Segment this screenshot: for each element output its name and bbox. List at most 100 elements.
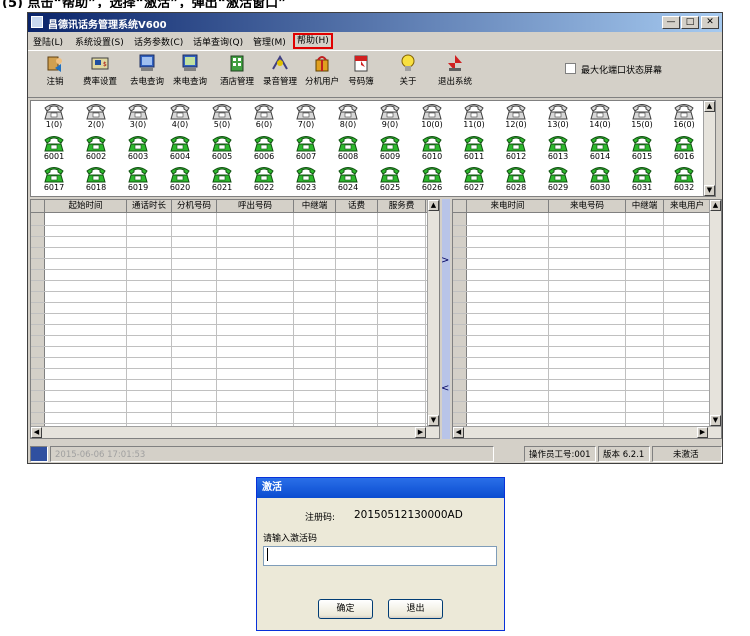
extension-phone-cell[interactable]: 6027: [453, 165, 495, 192]
scroll-right-arrow[interactable]: ▶: [697, 427, 708, 438]
outgoing-query-button[interactable]: 去电查询: [127, 53, 167, 87]
panel-splitter[interactable]: > <: [440, 199, 452, 439]
col-incoming-user[interactable]: 来电用户: [664, 200, 711, 212]
col-extension[interactable]: 分机号码: [172, 200, 217, 212]
scroll-up-arrow[interactable]: ▲: [428, 200, 439, 211]
extension-phone-cell[interactable]: 6013: [537, 134, 579, 161]
minimize-button[interactable]: —: [662, 16, 680, 29]
hotel-management-button[interactable]: 酒店管理: [217, 53, 257, 87]
incoming-query-button[interactable]: 来电查询: [170, 53, 210, 87]
splitter-bar[interactable]: [442, 199, 450, 439]
scroll-down-arrow[interactable]: ▼: [704, 185, 715, 196]
extension-phone-cell[interactable]: 6006: [243, 134, 285, 161]
menu-bill-query[interactable]: 话单查询(Q): [193, 35, 243, 48]
trunk-line-phone-cell[interactable]: 3(0): [117, 102, 159, 129]
exit-button[interactable]: 退出: [388, 599, 443, 619]
extension-phone-cell[interactable]: 6017: [33, 165, 75, 192]
extension-phone-cell[interactable]: 6024: [327, 165, 369, 192]
col-caller-number[interactable]: 来电号码: [549, 200, 626, 212]
extension-phone-cell[interactable]: 6010: [411, 134, 453, 161]
scroll-down-arrow[interactable]: ▼: [428, 415, 439, 426]
col-incoming-time[interactable]: 来电时间: [467, 200, 549, 212]
maximize-port-checkbox[interactable]: 最大化端口状态屏幕: [564, 63, 662, 76]
extension-phone-cell[interactable]: 6001: [33, 134, 75, 161]
extension-phone-cell[interactable]: 6016: [663, 134, 705, 161]
col-duration[interactable]: 通话时长: [127, 200, 172, 212]
scroll-left-arrow[interactable]: ◀: [31, 427, 42, 438]
outgoing-horizontal-scrollbar[interactable]: ◀ ▶: [31, 426, 439, 438]
rate-settings-button[interactable]: $ 费率设置: [80, 53, 120, 87]
scroll-down-arrow[interactable]: ▼: [710, 415, 721, 426]
incoming-horizontal-scrollbar[interactable]: ◀ ▶: [453, 426, 721, 438]
extension-phone-cell[interactable]: 6002: [75, 134, 117, 161]
col-service-fee[interactable]: 服务费: [378, 200, 426, 212]
extension-phone-cell[interactable]: 6009: [369, 134, 411, 161]
extension-phone-cell[interactable]: 6031: [621, 165, 663, 192]
trunk-line-phone-cell[interactable]: 4(0): [159, 102, 201, 129]
extension-phone-cell[interactable]: 6014: [579, 134, 621, 161]
scroll-right-arrow[interactable]: ▶: [415, 427, 426, 438]
extension-phone-cell[interactable]: 6026: [411, 165, 453, 192]
trunk-line-phone-cell[interactable]: 11(0): [453, 102, 495, 129]
exit-system-button[interactable]: 退出系统: [435, 53, 475, 87]
trunk-line-phone-cell[interactable]: 12(0): [495, 102, 537, 129]
trunk-line-phone-cell[interactable]: 15(0): [621, 102, 663, 129]
row-selector-column[interactable]: [31, 213, 45, 428]
menu-help[interactable]: 帮助(H): [293, 33, 333, 49]
extension-phone-cell[interactable]: 6022: [243, 165, 285, 192]
scroll-left-arrow[interactable]: ◀: [453, 427, 464, 438]
about-button[interactable]: 关于: [393, 53, 423, 87]
menu-login[interactable]: 登陆(L): [33, 35, 63, 48]
col-incoming-trunk[interactable]: 中继端: [626, 200, 664, 212]
col-fee[interactable]: 话费: [336, 200, 378, 212]
extension-phone-cell[interactable]: 6007: [285, 134, 327, 161]
incoming-vertical-scrollbar[interactable]: ▲ ▼: [709, 200, 721, 426]
col-trunk[interactable]: 中继端: [294, 200, 336, 212]
extension-phone-cell[interactable]: 6028: [495, 165, 537, 192]
activation-code-input[interactable]: [263, 546, 497, 566]
recording-management-button[interactable]: 录音管理: [260, 53, 300, 87]
extension-phone-cell[interactable]: 6021: [201, 165, 243, 192]
trunk-line-phone-cell[interactable]: 8(0): [327, 102, 369, 129]
menu-call-params[interactable]: 话务参数(C): [134, 35, 183, 48]
extension-phone-cell[interactable]: 6020: [159, 165, 201, 192]
phonebook-button[interactable]: 号码簿: [344, 53, 378, 87]
trunk-line-phone-cell[interactable]: 5(0): [201, 102, 243, 129]
close-button[interactable]: ✕: [701, 16, 719, 29]
extension-phone-cell[interactable]: 6015: [621, 134, 663, 161]
extension-phone-cell[interactable]: 6019: [117, 165, 159, 192]
trunk-line-phone-cell[interactable]: 14(0): [579, 102, 621, 129]
col-start-time[interactable]: 起始时间: [45, 200, 127, 212]
trunk-line-phone-cell[interactable]: 6(0): [243, 102, 285, 129]
extension-users-button[interactable]: 分机用户: [302, 53, 342, 87]
extension-phone-cell[interactable]: 6032: [663, 165, 705, 192]
extension-phone-cell[interactable]: 6005: [201, 134, 243, 161]
trunk-line-phone-cell[interactable]: 2(0): [75, 102, 117, 129]
checkbox-box[interactable]: [564, 63, 576, 74]
menu-manage[interactable]: 管理(M): [253, 35, 286, 48]
extension-phone-cell[interactable]: 6025: [369, 165, 411, 192]
trunk-line-phone-cell[interactable]: 10(0): [411, 102, 453, 129]
row-selector-column[interactable]: [453, 213, 467, 428]
trunk-line-phone-cell[interactable]: 9(0): [369, 102, 411, 129]
trunk-line-phone-cell[interactable]: 13(0): [537, 102, 579, 129]
outgoing-vertical-scrollbar[interactable]: ▲ ▼: [427, 200, 439, 426]
logout-button[interactable]: 注销: [38, 53, 72, 87]
extension-phone-cell[interactable]: 6018: [75, 165, 117, 192]
extension-phone-cell[interactable]: 6012: [495, 134, 537, 161]
ok-button[interactable]: 确定: [318, 599, 373, 619]
extension-phone-cell[interactable]: 6030: [579, 165, 621, 192]
trunk-line-phone-cell[interactable]: 16(0): [663, 102, 705, 129]
extension-phone-cell[interactable]: 6011: [453, 134, 495, 161]
extension-phone-cell[interactable]: 6023: [285, 165, 327, 192]
scroll-up-arrow[interactable]: ▲: [704, 101, 715, 112]
col-dialed-number[interactable]: 呼出号码: [217, 200, 294, 212]
trunk-line-phone-cell[interactable]: 1(0): [33, 102, 75, 129]
menu-system-settings[interactable]: 系统设置(S): [75, 35, 124, 48]
expand-right-arrow[interactable]: >: [441, 255, 449, 266]
extension-phone-cell[interactable]: 6008: [327, 134, 369, 161]
extension-phone-cell[interactable]: 6003: [117, 134, 159, 161]
trunk-line-phone-cell[interactable]: 7(0): [285, 102, 327, 129]
expand-left-arrow[interactable]: <: [441, 383, 449, 394]
maximize-button[interactable]: □: [681, 16, 699, 29]
